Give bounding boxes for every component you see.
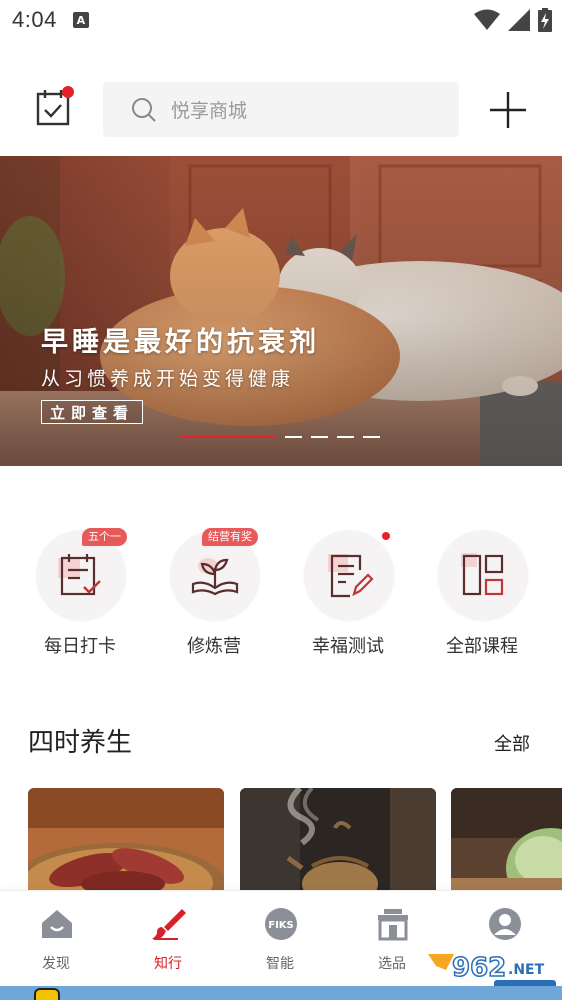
notification-dot <box>62 86 74 98</box>
brush-icon <box>152 909 186 940</box>
banner-subtitle: 从习惯养成开始变得健康 <box>41 368 295 390</box>
search-icon <box>132 97 156 122</box>
quick-entry-badge: 结营有奖 <box>202 528 258 546</box>
search-placeholder: 悦享商城 <box>171 100 248 122</box>
banner-carousel[interactable]: 早睡是最好的抗衰剂 从习惯养成开始变得健康 立即查看 <box>0 156 562 466</box>
svg-text:FIKS: FIKS <box>268 920 294 931</box>
quick-entry-dot <box>382 532 390 540</box>
quick-entry-row: 五个一 每日打卡 结营有奖 修炼营 幸福测试 全部课程 <box>0 528 562 668</box>
sweet-potato-image <box>28 788 224 898</box>
nav-tab-discover[interactable]: 发现 <box>0 891 112 987</box>
svg-text:962: 962 <box>452 953 506 983</box>
svg-text:.NET: .NET <box>508 962 545 978</box>
quick-entry-label: 幸福测试 <box>312 636 384 657</box>
quick-entry-training-camp[interactable]: 结营有奖 修炼营 <box>154 528 274 668</box>
carousel-dot <box>363 436 380 438</box>
status-bar: 4:04 A <box>0 0 562 40</box>
plus-icon <box>490 92 526 128</box>
article-card[interactable] <box>240 788 436 898</box>
teapot-image <box>240 788 436 898</box>
carousel-dot <box>180 436 276 438</box>
cabbage-image <box>451 788 562 898</box>
wifi-icon <box>474 9 500 30</box>
add-button[interactable] <box>486 88 530 132</box>
nav-tab-smart[interactable]: FIKS 智能 <box>224 891 336 987</box>
nav-label: 发现 <box>42 956 70 972</box>
user-icon <box>489 908 521 940</box>
quick-entry-happiness-test[interactable]: 幸福测试 <box>288 528 408 668</box>
nav-tab-practice[interactable]: 知行 <box>112 891 224 987</box>
quick-entry-daily-checkin[interactable]: 五个一 每日打卡 <box>20 528 140 668</box>
calendar-button[interactable] <box>32 86 76 130</box>
carousel-dot <box>285 436 302 438</box>
quick-entry-circle <box>304 530 394 620</box>
quick-entry-circle <box>438 530 528 620</box>
calendar-checkin-icon <box>58 554 101 596</box>
nav-label: 知行 <box>154 956 182 972</box>
search-input[interactable]: 悦享商城 <box>103 82 459 137</box>
test-edit-icon <box>328 554 374 598</box>
banner-title: 早睡是最好的抗衰剂 <box>41 327 320 358</box>
sprout-book-icon <box>191 558 239 596</box>
quick-entry-label: 每日打卡 <box>44 636 116 657</box>
status-icons <box>474 8 552 32</box>
nav-label: 智能 <box>266 956 294 972</box>
carousel-dot <box>337 436 354 438</box>
grid-courses-icon <box>461 553 504 596</box>
house-icon <box>42 910 72 938</box>
app-icon <box>34 988 60 1000</box>
article-card[interactable] <box>28 788 224 898</box>
shop-icon <box>378 909 408 941</box>
quick-entry-badge: 五个一 <box>82 528 127 546</box>
section-title: 四时养生 <box>28 728 133 758</box>
quick-entry-label: 修炼营 <box>187 636 241 657</box>
carousel-dot <box>311 436 328 438</box>
system-taskbar <box>0 986 562 1000</box>
signal-icon <box>508 9 530 31</box>
quick-entry-label: 全部课程 <box>446 636 518 657</box>
status-time: 4:04 <box>12 7 57 32</box>
a-icon: A <box>72 12 89 28</box>
top-bar: 悦享商城 <box>0 80 562 140</box>
fiks-icon: FIKS <box>265 908 297 940</box>
quick-entry-all-courses[interactable]: 全部课程 <box>422 528 542 668</box>
carousel-indicator <box>180 436 380 438</box>
section-more-link[interactable]: 全部 <box>494 730 530 756</box>
banner-view-button[interactable]: 立即查看 <box>41 400 144 424</box>
article-card[interactable] <box>451 788 562 898</box>
battery-charging-icon <box>538 8 552 32</box>
